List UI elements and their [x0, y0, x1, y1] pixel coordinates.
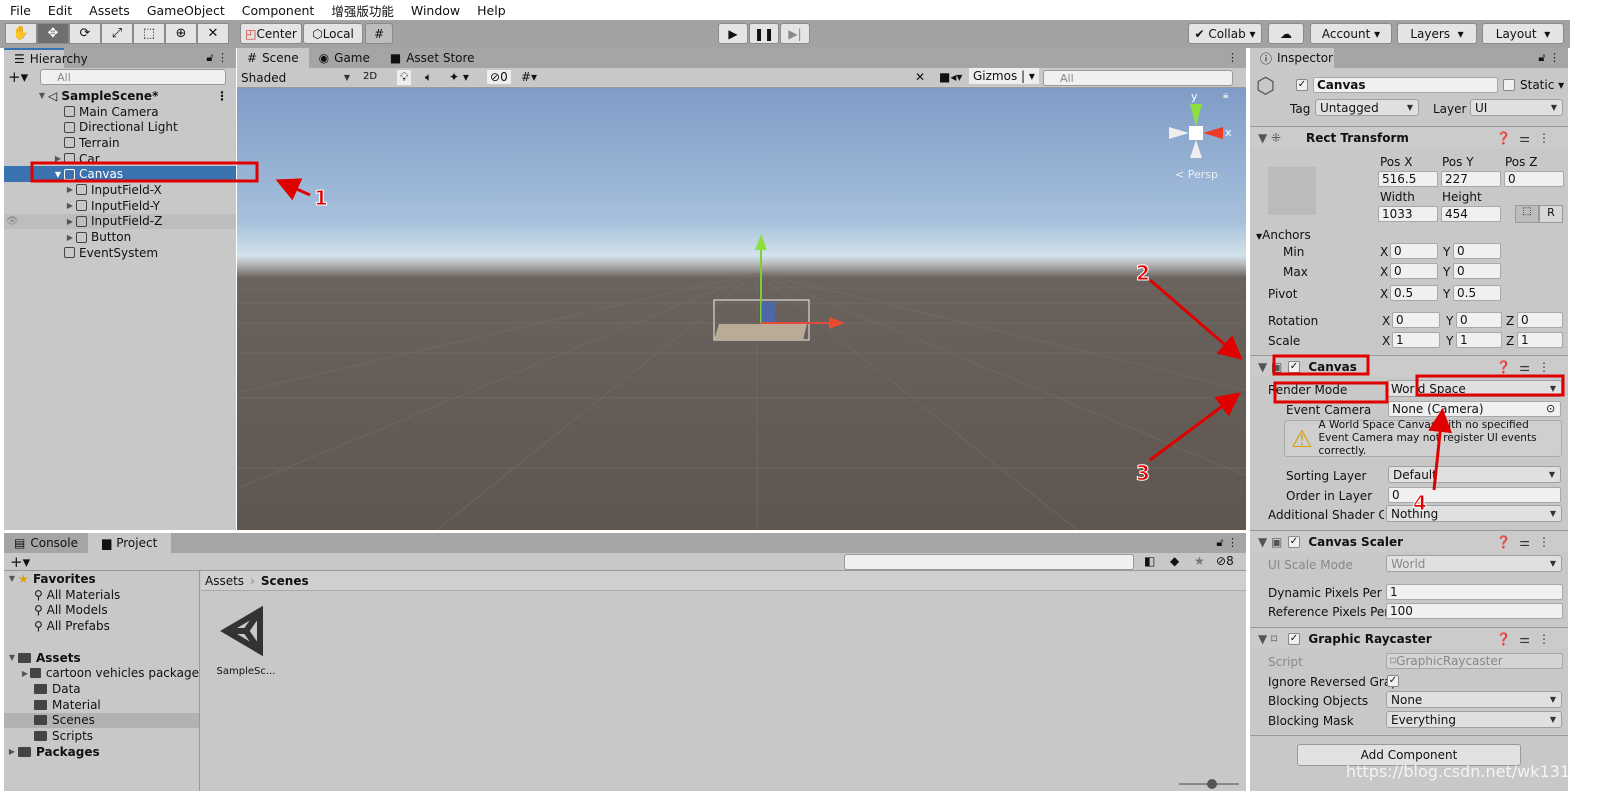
- highlight-box-world-space: [1415, 374, 1565, 397]
- annotation-label-4: 4: [1413, 491, 1427, 515]
- arrow-1: [275, 178, 311, 201]
- annotation-label-1: 1: [314, 186, 328, 210]
- arrow-2: [1149, 278, 1243, 360]
- arrow-3: [1149, 392, 1241, 462]
- annotation-label-3: 3: [1136, 461, 1150, 485]
- annotation-overlay: 1 2 3 4: [30, 161, 1565, 516]
- annotation-label-2: 2: [1136, 261, 1150, 285]
- highlight-box-canvas-item: [30, 161, 259, 183]
- highlight-box-render-mode: [1273, 381, 1389, 404]
- arrow-4: [1428, 408, 1453, 491]
- highlight-box-canvas-component: [1272, 354, 1370, 376]
